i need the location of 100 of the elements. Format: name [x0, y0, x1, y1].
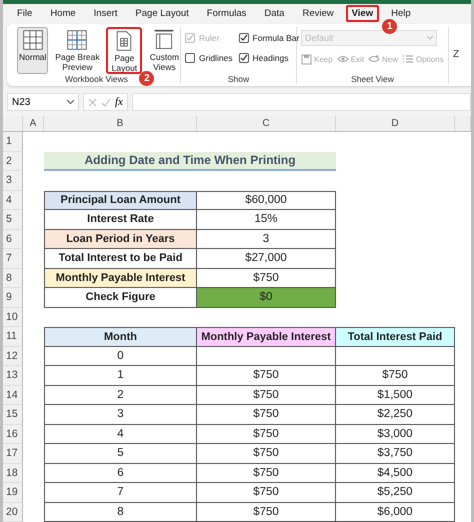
row-number[interactable]: 9 [3, 288, 23, 308]
column-header[interactable]: D [336, 116, 455, 131]
save-icon [301, 54, 312, 65]
table-cell: $27,000 [197, 249, 336, 268]
table-cell: $60,000 [197, 190, 336, 210]
menu-tab[interactable]: Page Layout [129, 5, 195, 22]
sheet-title: Adding Date and Time When Printing [44, 152, 336, 171]
cancel-icon[interactable] [88, 98, 97, 107]
table-cell: $4,500 [336, 464, 455, 483]
group-title: Show [228, 74, 250, 84]
table-cell: 6 [44, 464, 197, 483]
grid-icon [22, 28, 44, 51]
insert-function-button[interactable]: fx [115, 96, 123, 108]
row-number[interactable]: 10 [3, 308, 23, 327]
row-number[interactable]: 7 [3, 249, 23, 268]
eye-icon [336, 54, 349, 64]
table-cell: Principal Loan Amount [44, 190, 197, 210]
row-number[interactable]: 14 [3, 386, 23, 405]
column-heading: Monthly Payable Interest [197, 327, 336, 346]
checkbox[interactable] [185, 52, 195, 63]
row-number[interactable]: 4 [3, 190, 23, 210]
view-button[interactable]: Page Layout [106, 26, 142, 74]
table-cell: 3 [44, 405, 197, 424]
row-number[interactable]: 2 [3, 152, 23, 171]
row-number[interactable]: 12 [3, 346, 23, 366]
row-number[interactable]: 19 [3, 483, 23, 502]
menu-tab[interactable]: File [11, 5, 38, 22]
list-icon [402, 54, 414, 64]
table-cell: $750 [197, 464, 336, 483]
table-cell: $750 [336, 366, 455, 386]
table-cell: 5 [44, 444, 197, 464]
view-button[interactable]: Normal [17, 26, 48, 74]
checkbox-label[interactable]: Gridlines [185, 52, 233, 63]
table-cell: $750 [197, 386, 336, 405]
table-cell: 4 [44, 424, 197, 444]
checkbox-label[interactable]: Headings [238, 52, 300, 63]
row-number[interactable]: 8 [3, 268, 23, 288]
page-break-icon [66, 28, 88, 51]
table-cell: Loan Period in Years [44, 230, 197, 249]
row-number[interactable]: 6 [3, 230, 23, 249]
row-number[interactable]: 13 [3, 366, 23, 386]
table-cell: 8 [44, 502, 197, 522]
table-cell: 2 [44, 386, 197, 405]
row-number[interactable]: 16 [3, 424, 23, 444]
name-box[interactable]: N23 [7, 93, 79, 112]
table-cell: $750 [197, 502, 336, 522]
table-cell: $750 [197, 268, 336, 288]
formula-input[interactable] [132, 93, 471, 112]
table-cell: $2,250 [336, 405, 455, 424]
menu-tab[interactable]: Data [258, 5, 290, 22]
table-cell: $3,750 [336, 444, 455, 464]
view-button[interactable]: Page Break Preview [50, 26, 104, 74]
step-badge: 1 [382, 19, 398, 34]
group-title: Sheet View [351, 74, 394, 84]
table-cell: 15% [197, 210, 336, 230]
column-header[interactable]: A [23, 116, 44, 131]
menu-tab[interactable]: View [346, 5, 380, 22]
row-number[interactable]: 15 [3, 405, 23, 424]
group-title: Workbook Views [65, 74, 128, 84]
column-heading: Month [44, 327, 197, 346]
table-cell: 3 [197, 230, 336, 249]
table-cell: Interest Rate [44, 210, 197, 230]
table-cell: Total Interest to be Paid [44, 249, 197, 268]
table-cell: 1 [44, 366, 197, 386]
checkbox[interactable] [238, 52, 249, 63]
table-cell: Check Figure [44, 288, 197, 308]
eye-icon [368, 54, 380, 64]
table-cell: $750 [197, 424, 336, 444]
table-cell: $750 [197, 366, 336, 386]
column-header[interactable]: C [197, 116, 336, 131]
table-cell: $750 [197, 483, 336, 502]
table-cell: 0 [44, 346, 197, 366]
caret-icon [427, 36, 433, 40]
table-cell: $6,000 [336, 502, 455, 522]
menu-tab[interactable]: Insert [88, 5, 124, 22]
menu-tab[interactable]: Home [44, 5, 82, 22]
step-badge: 2 [139, 70, 154, 86]
column-header[interactable]: B [44, 116, 197, 131]
row-number[interactable]: 1 [3, 132, 23, 152]
table-cell: $1,500 [336, 386, 455, 405]
table-cell: $5,250 [336, 483, 455, 502]
menu-tab[interactable]: Review [296, 5, 340, 22]
table-cell: 7 [44, 483, 197, 502]
checkbox-label[interactable]: Formula Bar [238, 32, 300, 43]
row-number[interactable]: 3 [3, 171, 23, 190]
table-cell: $750 [197, 405, 336, 424]
column-heading: Total Interest Paid [336, 327, 455, 346]
row-number[interactable]: 18 [3, 464, 23, 483]
frame-icon [153, 28, 176, 51]
table-cell: $3,000 [336, 424, 455, 444]
caret-icon [67, 100, 74, 104]
checkbox[interactable] [238, 32, 249, 43]
zoom-label[interactable]: Z [453, 48, 460, 84]
row-number[interactable]: 11 [3, 327, 23, 346]
row-number[interactable]: 5 [3, 210, 23, 230]
menu-tab[interactable]: Formulas [200, 5, 252, 22]
table-cell: $750 [197, 444, 336, 464]
check-icon[interactable] [101, 98, 111, 107]
row-number[interactable]: 20 [3, 502, 23, 522]
row-number[interactable]: 17 [3, 444, 23, 464]
